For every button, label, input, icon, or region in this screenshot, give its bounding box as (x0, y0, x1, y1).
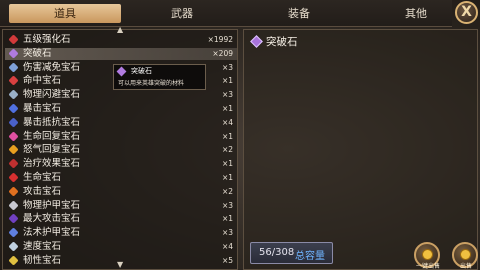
item-quantity: ×2 (221, 145, 233, 155)
item-name: 生命回复宝石 (23, 130, 81, 142)
item-name: 暴击宝石 (23, 103, 62, 114)
list-item[interactable]: 生命回复宝石 ×1 (5, 131, 237, 143)
item-quantity: ×3 (221, 228, 233, 238)
item-name: 物理护甲宝石 (23, 199, 81, 211)
gem-icon (8, 172, 19, 183)
list-item[interactable]: 突破石 ×209 (5, 47, 237, 60)
coin-icon (422, 249, 433, 260)
item-name: 最大攻击宝石 (23, 213, 81, 225)
item-name: 韧性宝石 (23, 254, 62, 266)
gem-icon (8, 103, 19, 114)
item-name: 命中宝石 (23, 75, 62, 87)
gem-icon (8, 48, 19, 59)
item-quantity: ×1992 (207, 35, 233, 44)
gem-icon (8, 34, 19, 45)
list-item[interactable]: 怒气回复宝石 ×2 (5, 144, 237, 156)
item-quantity: ×2 (221, 186, 233, 196)
list-item[interactable]: 物理护甲宝石 ×3 (5, 200, 237, 212)
gem-icon (8, 255, 19, 266)
tab-weapons[interactable]: 武器 (126, 4, 238, 23)
item-quantity: ×1 (221, 131, 233, 141)
item-quantity: ×3 (221, 62, 233, 72)
gem-icon (8, 200, 19, 211)
tab-bar: 道具 武器 装备 其他 (0, 0, 452, 27)
list-item[interactable]: 暴击抵抗宝石 ×4 (5, 117, 237, 129)
item-quantity: ×1 (221, 104, 233, 113)
gem-icon (8, 227, 19, 238)
tooltip-title: 突破石 (131, 67, 152, 75)
item-name: 治疗效果宝石 (23, 158, 81, 170)
bag-screen: { "tabs": [ {"label": "道具", "active": tr… (0, 0, 480, 270)
gem-icon (8, 144, 19, 155)
list-item[interactable]: 速度宝石 ×4 (5, 241, 237, 253)
item-name: 物理闪避宝石 (23, 89, 81, 101)
item-quantity: ×3 (221, 90, 233, 100)
list-item[interactable]: 攻击宝石 ×2 (5, 186, 237, 198)
capacity-count: 56/308 (259, 247, 295, 258)
scroll-down-icon[interactable]: ▼ (117, 260, 123, 269)
gem-icon (8, 186, 19, 197)
capacity-label: 总容量 (295, 251, 325, 262)
item-name: 五级强化石 (23, 34, 71, 45)
gem-icon (8, 158, 19, 169)
gem-icon (8, 89, 19, 100)
list-item[interactable]: 生命宝石 ×1 (5, 172, 237, 184)
item-name: 速度宝石 (23, 241, 62, 252)
item-tooltip: 突破石 可以用来英雄突破的材料 (113, 64, 206, 90)
item-name: 攻击宝石 (23, 185, 62, 197)
sell-button[interactable]: 出售 (452, 242, 478, 270)
sell-label: 出售 (459, 263, 472, 270)
close-icon: X (461, 4, 472, 20)
item-name: 伤害减免宝石 (23, 61, 81, 73)
item-quantity: ×1 (221, 214, 233, 224)
item-quantity: ×1 (221, 173, 233, 182)
close-button[interactable]: X (455, 1, 478, 24)
bulk-sell-button[interactable]: 一键出售 (414, 242, 440, 270)
gem-icon (8, 62, 19, 73)
gem-icon (8, 131, 19, 142)
list-item[interactable]: 最大攻击宝石 ×1 (5, 213, 237, 225)
bulk-sell-label: 一键出售 (415, 263, 440, 270)
list-item[interactable]: 物理闪避宝石 ×3 (5, 89, 237, 101)
list-item[interactable]: 法术护甲宝石 ×3 (5, 227, 237, 239)
tab-equipment[interactable]: 装备 (243, 4, 355, 23)
gem-icon (8, 213, 19, 224)
gem-icon (8, 241, 19, 252)
capacity-box: 56/308 总容量 (250, 242, 333, 264)
item-quantity: ×4 (221, 242, 233, 251)
item-name: 法术护甲宝石 (23, 227, 81, 239)
item-quantity: ×1 (221, 76, 233, 86)
item-quantity: ×4 (221, 117, 233, 127)
item-name: 突破石 (23, 47, 52, 59)
list-item[interactable]: 五级强化石 ×1992 (5, 34, 237, 46)
item-name: 暴击抵抗宝石 (23, 116, 81, 128)
tooltip-description: 可以用来英雄突破的材料 (118, 80, 185, 87)
gem-icon (8, 75, 19, 86)
item-quantity: ×209 (212, 48, 233, 58)
gem-icon (250, 35, 263, 48)
item-quantity: ×1 (221, 159, 233, 169)
item-detail-panel: 突破石 (243, 29, 478, 270)
item-quantity: ×5 (221, 255, 233, 265)
item-name: 生命宝石 (23, 172, 62, 183)
scroll-up-icon[interactable]: ▲ (117, 25, 123, 34)
coin-icon (460, 249, 471, 260)
tab-items[interactable]: 道具 (9, 4, 121, 23)
list-item[interactable]: 暴击宝石 ×1 (5, 103, 237, 115)
item-name: 怒气回复宝石 (23, 144, 81, 156)
gem-icon (8, 117, 19, 128)
list-item[interactable]: 治疗效果宝石 ×1 (5, 158, 237, 170)
detail-title: 突破石 (266, 36, 298, 48)
gem-icon (116, 66, 127, 77)
item-quantity: ×3 (221, 200, 233, 210)
